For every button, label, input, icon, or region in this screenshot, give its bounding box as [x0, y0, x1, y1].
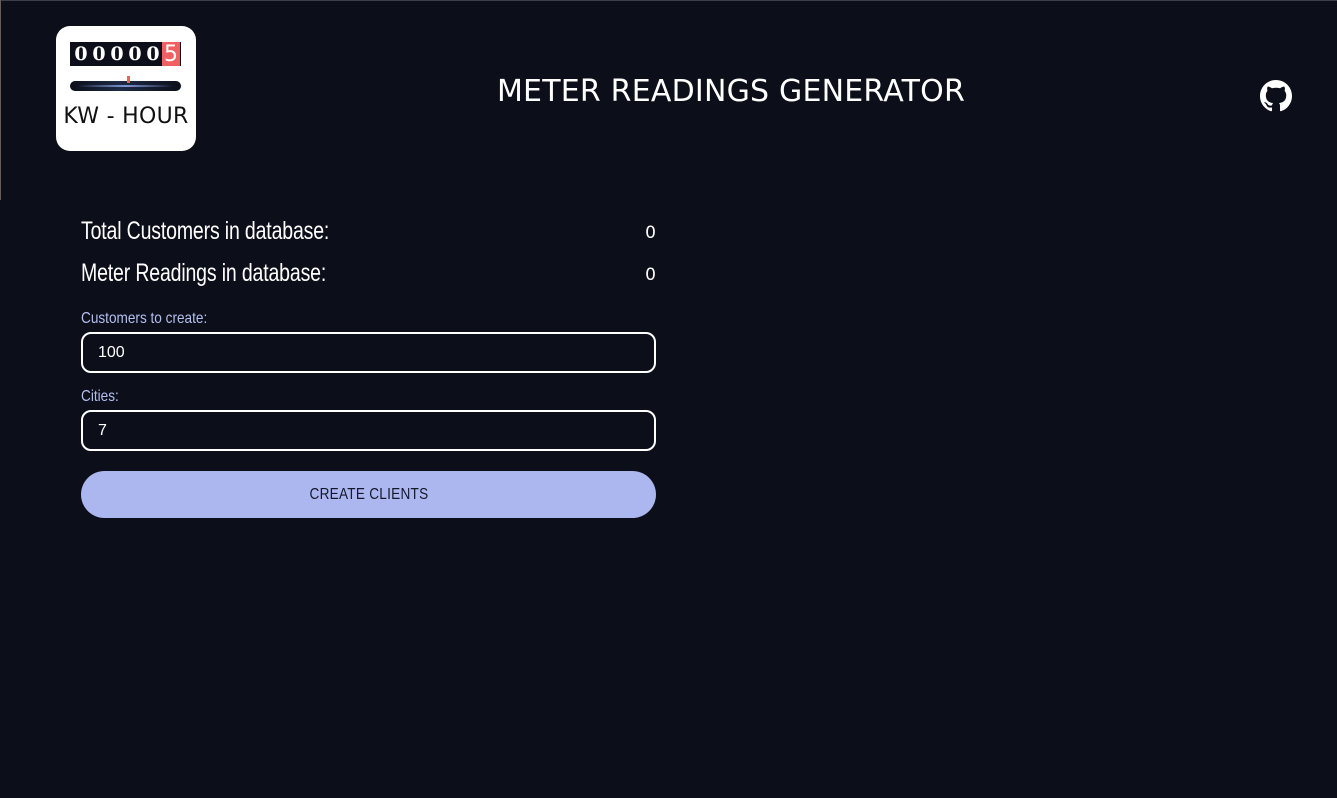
customers-to-create-label: Customers to create:	[81, 310, 208, 327]
meter-needle	[127, 76, 130, 83]
meter-digit: 0	[128, 43, 142, 65]
meter-digit: 0	[110, 43, 124, 65]
meter-dial	[70, 81, 181, 91]
customers-to-create-input[interactable]	[81, 332, 656, 373]
meter-counter: 0 0 0 0 0 5	[70, 41, 181, 67]
total-customers-row: Total Customers in database: 0	[81, 217, 656, 249]
meter-readings-row: Meter Readings in database: 0	[81, 259, 656, 291]
app-logo: 0 0 0 0 0 5 KW - HOUR	[56, 26, 196, 151]
total-customers-value: 0	[645, 223, 656, 243]
logo-unit-label: KW - HOUR	[63, 104, 189, 129]
cities-input[interactable]	[81, 410, 656, 451]
meter-digit-last: 5	[162, 41, 180, 67]
github-link[interactable]	[1260, 80, 1292, 112]
meter-digit: 0	[146, 43, 160, 65]
meter-digit: 0	[74, 43, 88, 65]
meter-readings-label: Meter Readings in database:	[81, 259, 327, 287]
meter-digit: 0	[92, 43, 106, 65]
github-icon	[1260, 80, 1292, 112]
cities-label: Cities:	[81, 388, 119, 405]
page-title: METER READINGS GENERATOR	[496, 74, 966, 109]
total-customers-label: Total Customers in database:	[81, 217, 330, 245]
create-clients-button[interactable]: CREATE CLIENTS	[81, 471, 656, 518]
window-top-border	[0, 0, 1337, 1]
window-left-border	[0, 0, 1, 200]
meter-readings-value: 0	[645, 265, 656, 285]
create-clients-button-label: CREATE CLIENTS	[309, 485, 428, 503]
